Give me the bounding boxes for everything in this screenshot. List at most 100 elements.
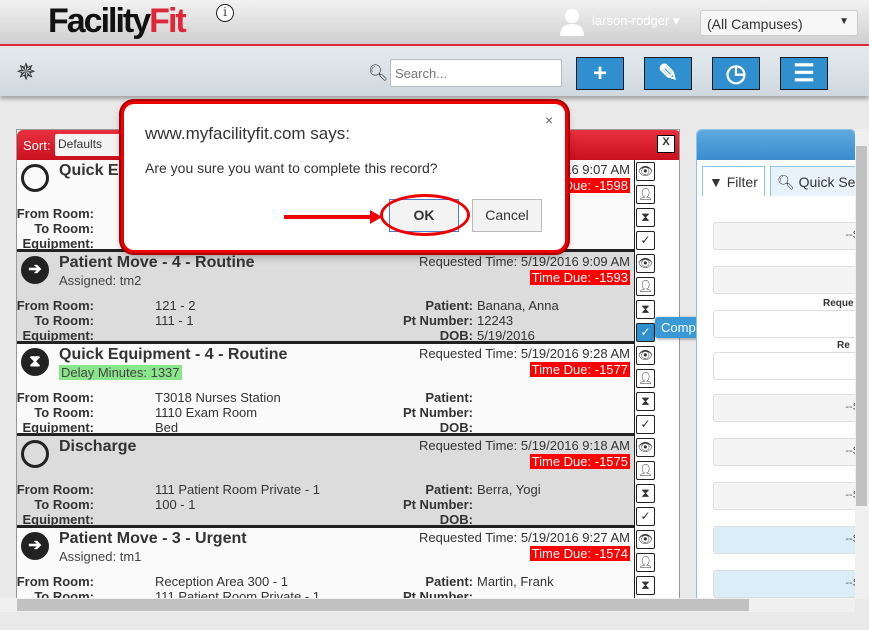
filter-icon: ▼ [709,174,727,190]
view-button[interactable]: 👁︎ [636,254,655,273]
time-due-badge: Time Due: -1575 [529,454,630,469]
hourglass-icon: ⧗ [21,348,49,376]
filter-field[interactable]: --S [713,438,855,466]
add-button[interactable]: + [576,57,624,90]
info-icon[interactable]: i [216,4,234,22]
record-actions: 👁︎ 👤︎ ⧗ ✓ [634,252,656,344]
time-due-badge: Time Due: -1574 [529,546,630,561]
record-title: Patient Move - 3 - Urgent [59,530,247,547]
assign-button[interactable]: 👤︎ [636,553,655,572]
filter-field[interactable] [713,266,855,294]
delay-button[interactable]: ⧗ [636,392,655,411]
field-label: Equipment: [22,236,95,251]
field-label: Patient: [425,482,473,497]
field-label: Pt Number: [402,313,473,328]
vertical-scroll-thumb[interactable] [856,146,867,506]
clear-button[interactable]: X [657,135,675,153]
close-icon[interactable]: × [545,112,553,128]
field-label: Equipment: [22,512,95,527]
view-button[interactable]: 👁︎ [636,530,655,549]
record-card[interactable]: ⧗ Quick Equipment - 4 - Routine Delay Mi… [17,344,634,436]
record-card[interactable]: ➔ Patient Move - 3 - Urgent Assigned: tm… [16,528,634,598]
filter-label: Re [837,340,850,351]
assign-button[interactable]: 👤︎ [636,369,655,388]
record-title: Quick Equipment - 4 - Routine [59,346,288,363]
campus-select[interactable]: (All Campuses) ▼ [700,10,858,36]
record-card[interactable]: Discharge Requested Time: 5/19/2016 9:18… [17,436,634,528]
filter-label: Reque [823,298,854,309]
field-label: Patient: [425,390,473,405]
complete-button[interactable]: ✓ [636,231,655,250]
record-actions: 👁︎👤︎⧗✓ [634,528,656,598]
field-label: DOB: [439,512,473,527]
field-label: Equipment: [22,328,95,343]
dialog-title: www.myfacilityfit.com says: [145,124,350,143]
horizontal-scroll-thumb[interactable] [17,599,749,611]
delay-button[interactable]: ⧗ [636,484,655,503]
user-menu[interactable]: larson-rodger ▾ [592,13,679,29]
circle-icon [21,440,49,468]
field-value-patient: Martin, Frank [477,574,554,589]
cancel-button[interactable]: Cancel [472,199,542,232]
field-value-to: 111 - 1 [155,313,194,328]
tab-quick-search[interactable]: 🔍︎ Quick Sea [770,166,855,196]
record-subtitle: Assigned: tm1 [59,549,142,564]
view-button[interactable]: 👁︎ [636,162,655,181]
assign-button[interactable]: 👤︎ [636,461,655,480]
filter-panel: ▼ Filter 🔍︎ Quick Sea --S Reque Re --S -… [696,129,856,599]
record-card[interactable]: ➔ Patient Move - 4 - Routine Assigned: t… [17,252,634,344]
confirm-dialog: www.myfacilityfit.com says: × Are you su… [124,104,565,250]
filter-field[interactable]: --S [713,482,855,510]
field-value-ptnum: 12243 [477,313,514,328]
filter-field[interactable]: --S [713,222,855,250]
field-label: From Room: [16,298,94,313]
search-icon: 🔍︎ [368,65,389,82]
time-due-badge: Time Due: -1577 [529,362,630,377]
record-actions: 👁︎ 👤︎ ⧗ ✓ [634,436,656,528]
filter-button[interactable]: --S [713,570,855,598]
compass-icon[interactable]: ✵ [16,58,36,87]
view-button[interactable]: 👁︎ [636,438,655,457]
history-button[interactable]: ◷ [712,57,760,90]
patient-report-button[interactable]: ☰ [780,57,828,90]
tab-filter[interactable]: ▼ Filter [702,166,765,196]
field-value-to: 100 - 1 [155,497,196,512]
field-value-to: 1110 Exam Room [155,405,258,420]
field-label: From Room: [16,482,94,497]
circle-icon [21,164,49,192]
field-label: DOB: [439,328,473,343]
filter-button[interactable]: --S [713,526,855,554]
record-title: Discharge [59,438,137,455]
sort-label: Sort: [23,138,51,153]
search-icon: 🔍︎ [777,174,799,190]
filter-field[interactable]: --S [713,394,855,422]
requested-time: Requested Time: 5/19/2016 9:27 AM [418,530,630,545]
filter-field[interactable] [713,310,855,338]
view-button[interactable]: 👁︎ [636,346,655,365]
filter-field[interactable] [713,352,855,380]
record-subtitle: Assigned: tm2 [59,273,142,288]
record-actions: 👁︎ 👤︎ ⧗ ✓ [634,344,656,436]
search-input[interactable] [390,59,562,87]
record-title: Patient Move - 4 - Routine [59,254,255,271]
field-label: Pt Number: [402,405,473,420]
field-label: From Room: [16,574,94,589]
chevron-down-icon: ▼ [839,16,849,27]
annotation-arrow [284,215,374,219]
delay-button[interactable]: ⧗ [636,300,655,319]
logo[interactable]: FacilityFit [48,2,187,41]
delay-button[interactable]: ⧗ [636,208,655,227]
complete-button[interactable]: ✓ [636,415,655,434]
assign-button[interactable]: 👤︎ [636,277,655,296]
field-value-patient: Berra, Yogi [477,482,541,497]
field-label: Patient: [425,574,473,589]
annotation-circle [380,194,470,236]
edit-button[interactable]: ✎ [644,57,692,90]
field-value-from: Reception Area 300 - 1 [155,574,288,589]
field-value-from: 121 - 2 [155,298,196,313]
complete-button[interactable]: ✓ [636,323,655,342]
complete-button[interactable]: ✓ [636,507,655,526]
assign-button[interactable]: 👤︎ [636,185,655,204]
field-label: Patient: [425,298,473,313]
delay-button[interactable]: ⧗ [636,576,655,595]
